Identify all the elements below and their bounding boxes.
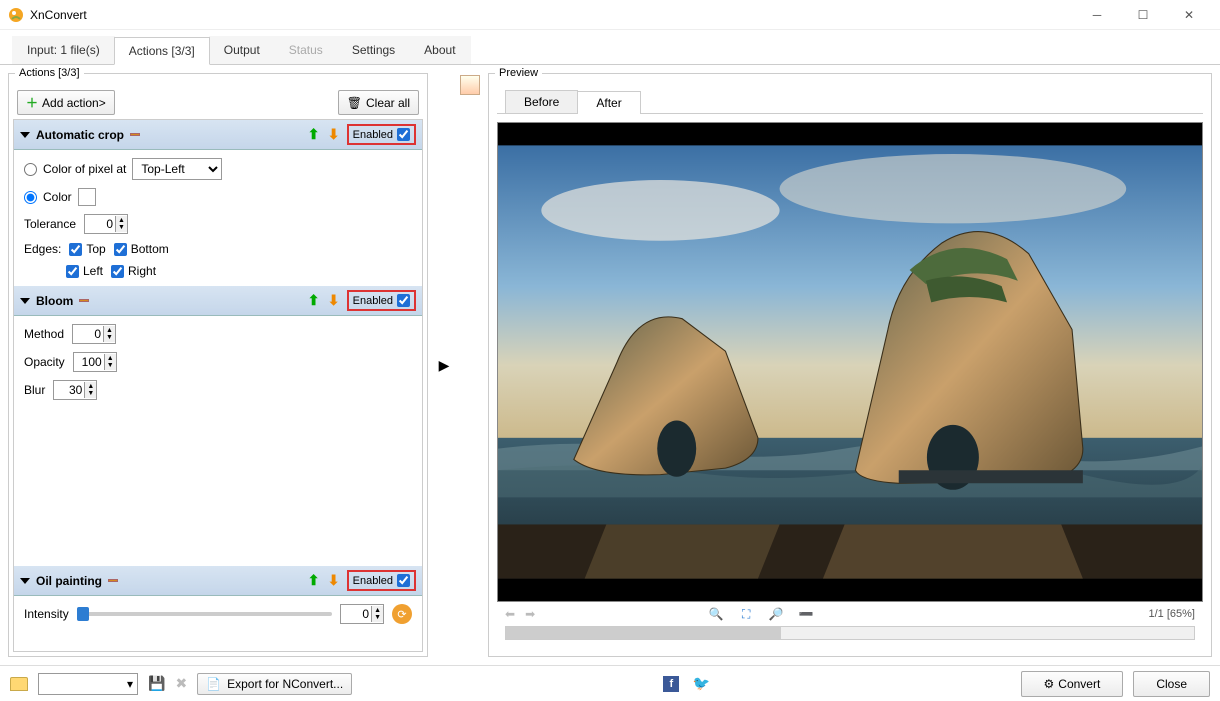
intensity-slider[interactable] (77, 612, 332, 616)
window-title: XnConvert (30, 8, 1074, 22)
remove-icon[interactable] (108, 579, 118, 582)
add-action-button[interactable]: ＋ Add action> (17, 90, 115, 115)
oil-painting-body: Intensity ▲▼ ⟳ (14, 596, 422, 632)
tab-about[interactable]: About (409, 36, 470, 64)
action-name: Oil painting (36, 574, 102, 588)
titlebar: XnConvert ─ ☐ ✕ (0, 0, 1220, 30)
zoom-in-icon[interactable]: 🔍 (708, 606, 724, 622)
tab-output[interactable]: Output (209, 36, 275, 64)
action-header-bloom[interactable]: Bloom ⬆ ⬇ Enabled (14, 286, 422, 316)
edge-top[interactable]: Top (69, 242, 105, 256)
action-header-automatic-crop[interactable]: Automatic crop ⬆ ⬇ Enabled (14, 120, 422, 150)
pixel-position-select[interactable]: Top-Left (132, 158, 222, 180)
remove-icon[interactable] (79, 299, 89, 302)
enabled-checkbox[interactable]: Enabled (347, 290, 416, 311)
move-down-icon[interactable]: ⬇ (327, 128, 341, 142)
enabled-checkbox[interactable]: Enabled (347, 570, 416, 591)
collapse-icon (20, 578, 30, 584)
fit-icon[interactable]: ⛶ (738, 606, 754, 622)
facebook-icon[interactable]: f (663, 676, 679, 692)
gear-icon: ⚙ (1044, 677, 1055, 691)
preview-picker-icon[interactable] (460, 75, 480, 95)
collapse-icon (20, 132, 30, 138)
preview-tab-after[interactable]: After (577, 91, 640, 114)
move-down-icon[interactable]: ⬇ (327, 294, 341, 308)
color-picker[interactable] (78, 188, 96, 206)
next-image-icon[interactable]: ➡ (525, 607, 535, 621)
tab-settings[interactable]: Settings (337, 36, 410, 64)
intensity-label: Intensity (24, 607, 69, 621)
close-button[interactable]: Close (1133, 671, 1210, 697)
preview-tab-before[interactable]: Before (505, 90, 578, 113)
export-icon: 📄 (206, 677, 221, 691)
enabled-checkbox[interactable]: Enabled (347, 124, 416, 145)
zoom-out-icon[interactable]: ➖ (798, 606, 814, 622)
clear-all-button[interactable]: 🗑 Clear all (338, 90, 419, 115)
expand-arrow-icon[interactable]: ▶ (436, 73, 452, 657)
edge-bottom[interactable]: Bottom (114, 242, 169, 256)
edge-right[interactable]: Right (111, 264, 156, 278)
folder-icon[interactable] (10, 677, 28, 691)
move-up-icon[interactable]: ⬆ (307, 574, 321, 588)
refresh-icon[interactable]: ⟳ (392, 604, 412, 624)
move-up-icon[interactable]: ⬆ (307, 128, 321, 142)
tab-input[interactable]: Input: 1 file(s) (12, 36, 115, 64)
preset-dropdown[interactable]: ▾ (38, 673, 138, 695)
export-nconvert-button[interactable]: 📄 Export for NConvert... (197, 673, 352, 695)
opacity-spinner[interactable]: ▲▼ (73, 352, 117, 372)
clear-icon: 🗑 (347, 96, 362, 110)
maximize-button[interactable]: ☐ (1120, 0, 1166, 30)
tolerance-label: Tolerance (24, 217, 76, 231)
minimize-button[interactable]: ─ (1074, 0, 1120, 30)
method-label: Method (24, 327, 64, 341)
actions-panel: Actions [3/3] ＋ Add action> 🗑 Clear all … (8, 73, 428, 657)
color-radio[interactable] (24, 191, 37, 204)
move-down-icon[interactable]: ⬇ (327, 574, 341, 588)
bloom-body: Method ▲▼ Opacity ▲▼ Blur ▲▼ (14, 316, 422, 566)
blur-label: Blur (24, 383, 45, 397)
preview-panel: Preview Before After (488, 73, 1212, 657)
opacity-label: Opacity (24, 355, 65, 369)
preview-status: 1/1 [65%] (1149, 608, 1195, 620)
tab-actions[interactable]: Actions [3/3] (114, 37, 210, 65)
preview-image (497, 122, 1203, 602)
collapse-icon (20, 298, 30, 304)
blur-spinner[interactable]: ▲▼ (53, 380, 97, 400)
tab-status[interactable]: Status (274, 36, 338, 64)
bottom-toolbar: ▾ 💾 ✖ 📄 Export for NConvert... f 🐦 ⚙ Con… (0, 665, 1220, 701)
preview-title: Preview (495, 67, 542, 79)
pixel-label: Color of pixel at (43, 162, 126, 176)
twitter-icon[interactable]: 🐦 (693, 676, 709, 692)
edge-left[interactable]: Left (66, 264, 103, 278)
plus-icon: ＋ (26, 94, 38, 111)
actions-panel-title: Actions [3/3] (15, 67, 84, 79)
pixel-radio[interactable] (24, 163, 37, 176)
tolerance-spinner[interactable]: ▲▼ (84, 214, 128, 234)
automatic-crop-body: Color of pixel at Top-Left Color Toleran… (14, 150, 422, 286)
move-up-icon[interactable]: ⬆ (307, 294, 321, 308)
action-name: Automatic crop (36, 128, 124, 142)
color-label: Color (43, 190, 72, 204)
zoom-100-icon[interactable]: 🔎 (768, 606, 784, 622)
remove-icon[interactable] (130, 133, 140, 136)
delete-icon[interactable]: ✖ (175, 675, 187, 692)
close-window-button[interactable]: ✕ (1166, 0, 1212, 30)
convert-button[interactable]: ⚙ Convert (1021, 671, 1124, 697)
save-icon[interactable]: 💾 (148, 675, 165, 692)
intensity-spinner[interactable]: ▲▼ (340, 604, 384, 624)
action-header-oil-painting[interactable]: Oil painting ⬆ ⬇ Enabled (14, 566, 422, 596)
main-tabs: Input: 1 file(s) Actions [3/3] Output St… (0, 30, 1220, 65)
method-spinner[interactable]: ▲▼ (72, 324, 116, 344)
edges-label: Edges: (24, 242, 61, 256)
action-name: Bloom (36, 294, 73, 308)
app-icon (8, 7, 24, 23)
preview-scrollbar[interactable] (505, 626, 1195, 640)
prev-image-icon[interactable]: ⬅ (505, 607, 515, 621)
